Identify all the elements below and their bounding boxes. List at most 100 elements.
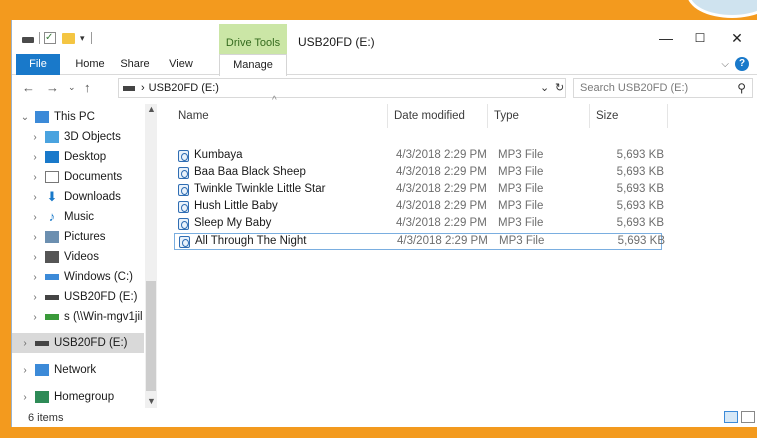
decorative-badge bbox=[687, 0, 757, 18]
drive-icon bbox=[35, 340, 49, 346]
collapsed-chevron-icon[interactable]: › bbox=[28, 192, 42, 203]
properties-check-icon[interactable]: ✓ bbox=[44, 32, 56, 44]
address-path[interactable]: USB20FD (E:) bbox=[149, 82, 219, 94]
collapsed-chevron-icon[interactable]: › bbox=[28, 172, 42, 183]
system-drive-icon bbox=[45, 274, 59, 280]
tab-home[interactable]: Home bbox=[70, 54, 110, 75]
file-name: Twinkle Twinkle Little Star bbox=[194, 183, 326, 195]
file-type: MP3 File bbox=[498, 149, 544, 161]
forward-arrow-icon[interactable]: → bbox=[46, 80, 59, 95]
ribbon-controls: ⌵ ? bbox=[721, 57, 749, 71]
nav-network-share[interactable]: › s (\\Win-mgv1jil bbox=[12, 307, 144, 327]
nav-network[interactable]: › Network bbox=[12, 360, 144, 380]
search-icon[interactable]: ⚲ bbox=[737, 81, 746, 95]
nav-label: Music bbox=[64, 211, 95, 223]
nav-this-pc[interactable]: ⌄ This PC bbox=[12, 107, 144, 127]
navigation-pane: ⌄ This PC › 3D Objects › Desktop › Docum… bbox=[12, 104, 158, 408]
help-icon[interactable]: ? bbox=[735, 57, 749, 71]
customize-toolbar-icon[interactable]: ▾ bbox=[80, 31, 85, 45]
file-type: MP3 File bbox=[498, 166, 544, 178]
file-size: 5,693 KB bbox=[616, 149, 664, 161]
file-size: 5,693 KB bbox=[616, 217, 664, 229]
file-date: 4/3/2018 2:29 PM bbox=[396, 149, 487, 161]
nav-scrollbar[interactable]: ▲ ▼ bbox=[145, 104, 157, 408]
address-dropdown-icon[interactable]: ⌄ bbox=[540, 81, 549, 94]
search-input[interactable]: Search USB20FD (E:) ⚲ bbox=[573, 78, 753, 98]
drive-icon bbox=[123, 85, 135, 91]
collapsed-chevron-icon[interactable]: › bbox=[28, 152, 42, 163]
expanded-chevron-icon[interactable]: ⌄ bbox=[18, 112, 32, 123]
scroll-up-icon[interactable]: ▲ bbox=[147, 104, 156, 114]
drive-icon bbox=[22, 37, 34, 43]
collapsed-chevron-icon[interactable]: › bbox=[28, 252, 42, 263]
details-view-icon[interactable] bbox=[724, 411, 738, 423]
refresh-icon[interactable]: ↻ bbox=[555, 81, 564, 94]
network-icon bbox=[35, 364, 49, 376]
recent-locations-chevron-icon[interactable]: ⌄ bbox=[68, 82, 76, 93]
collapsed-chevron-icon[interactable]: › bbox=[28, 132, 42, 143]
nav-desktop[interactable]: › Desktop bbox=[12, 147, 144, 167]
collapsed-chevron-icon[interactable]: › bbox=[28, 212, 42, 223]
nav-windows-c[interactable]: › Windows (C:) bbox=[12, 267, 144, 287]
file-date: 4/3/2018 2:29 PM bbox=[397, 235, 488, 247]
address-row: ← → ⌄ ↑ › USB20FD (E:) ⌄ ↻ Search USB20F… bbox=[12, 76, 757, 100]
nav-downloads[interactable]: › ⬇ Downloads bbox=[12, 187, 144, 207]
collapsed-chevron-icon[interactable]: › bbox=[28, 232, 42, 243]
file-row[interactable]: Kumbaya 4/3/2018 2:29 PM MP3 File 5,693 … bbox=[174, 148, 664, 165]
up-arrow-icon[interactable]: ↑ bbox=[84, 80, 91, 95]
address-bar[interactable]: › USB20FD (E:) bbox=[118, 78, 566, 98]
tab-view[interactable]: View bbox=[161, 54, 201, 75]
network-drive-icon bbox=[45, 314, 59, 320]
maximize-button[interactable]: ☐ bbox=[686, 28, 714, 48]
collapsed-chevron-icon[interactable]: › bbox=[28, 292, 42, 303]
nav-pictures[interactable]: › Pictures bbox=[12, 227, 144, 247]
mp3-file-icon bbox=[178, 201, 189, 213]
close-button[interactable]: ✕ bbox=[723, 28, 751, 48]
nav-label: Videos bbox=[64, 251, 99, 263]
column-header-name[interactable]: Name bbox=[172, 104, 388, 128]
file-row[interactable]: Twinkle Twinkle Little Star 4/3/2018 2:2… bbox=[174, 182, 664, 199]
new-folder-icon[interactable] bbox=[62, 33, 75, 44]
collapsed-chevron-icon[interactable]: › bbox=[18, 392, 32, 403]
collapsed-chevron-icon[interactable]: › bbox=[28, 312, 42, 323]
nav-3d-objects[interactable]: › 3D Objects bbox=[12, 127, 144, 147]
file-row[interactable]: Baa Baa Black Sheep 4/3/2018 2:29 PM MP3… bbox=[174, 165, 664, 182]
file-type: MP3 File bbox=[498, 217, 544, 229]
collapsed-chevron-icon[interactable]: › bbox=[28, 272, 42, 283]
file-date: 4/3/2018 2:29 PM bbox=[396, 166, 487, 178]
tab-file[interactable]: File bbox=[16, 54, 60, 75]
tab-manage[interactable]: Manage bbox=[219, 54, 287, 76]
column-header-date[interactable]: Date modified bbox=[388, 104, 488, 128]
column-header-size[interactable]: Size bbox=[590, 104, 668, 128]
collapsed-chevron-icon[interactable]: › bbox=[18, 365, 32, 376]
nav-label: USB20FD (E:) bbox=[64, 291, 138, 303]
file-row[interactable]: Hush Little Baby 4/3/2018 2:29 PM MP3 Fi… bbox=[174, 199, 664, 216]
nav-usb-root[interactable]: › USB20FD (E:) bbox=[12, 333, 144, 353]
desktop-icon bbox=[45, 151, 59, 163]
file-row[interactable]: All Through The Night 4/3/2018 2:29 PM M… bbox=[174, 233, 665, 250]
large-icons-view-icon[interactable] bbox=[741, 411, 755, 423]
collapsed-chevron-icon[interactable]: › bbox=[18, 338, 32, 349]
file-name: Hush Little Baby bbox=[194, 200, 278, 212]
column-header-type[interactable]: Type bbox=[488, 104, 590, 128]
file-name: Sleep My Baby bbox=[194, 217, 272, 229]
nav-usb-drive[interactable]: › USB20FD (E:) bbox=[12, 287, 144, 307]
expand-ribbon-chevron-icon[interactable]: ⌵ bbox=[721, 59, 729, 70]
scroll-down-icon[interactable]: ▼ bbox=[147, 396, 156, 406]
mp3-file-icon bbox=[178, 218, 189, 230]
nav-homegroup[interactable]: › Homegroup bbox=[12, 387, 144, 407]
scrollbar-thumb[interactable] bbox=[146, 281, 156, 391]
nav-videos[interactable]: › Videos bbox=[12, 247, 144, 267]
nav-label: Desktop bbox=[64, 151, 107, 163]
nav-label: USB20FD (E:) bbox=[54, 337, 128, 349]
minimize-button[interactable]: — bbox=[652, 28, 680, 48]
music-note-icon: ♪ bbox=[48, 209, 56, 224]
nav-documents[interactable]: › Documents bbox=[12, 167, 144, 187]
file-row[interactable]: Sleep My Baby 4/3/2018 2:29 PM MP3 File … bbox=[174, 216, 664, 233]
pictures-icon bbox=[45, 231, 59, 243]
drive-tools-group-label: Drive Tools bbox=[219, 24, 287, 54]
back-arrow-icon[interactable]: ← bbox=[22, 80, 35, 95]
nav-music[interactable]: › ♪ Music bbox=[12, 207, 144, 227]
tab-share[interactable]: Share bbox=[115, 54, 155, 75]
address-separator: › bbox=[141, 82, 145, 94]
